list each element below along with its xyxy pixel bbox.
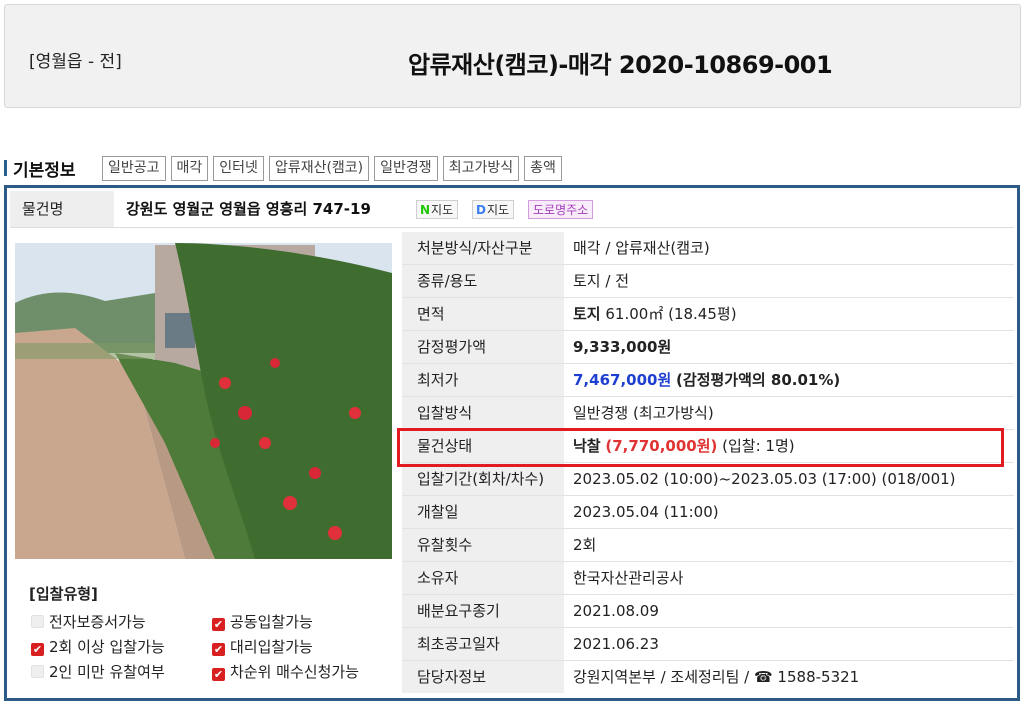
bid-type-panel: [입찰유형] — [15, 583, 400, 610]
property-name-row: 물건명 강원도 영월군 영월읍 영흥리 747-19 N지도 D지도 도로명주소 — [10, 191, 1014, 228]
row-area: 면적 토지 61.00㎡ (18.45평) — [402, 298, 1014, 331]
tag-notice-type: 일반공고 — [102, 156, 166, 181]
checkbox-checked-icon: ✔ — [212, 643, 225, 656]
row-contact: 담당자정보 강원지역본부 / 조세정리팀 / ☎ 1588-5321 — [402, 661, 1014, 694]
checkbox-unchecked-icon — [31, 665, 44, 678]
property-photo-image — [15, 243, 392, 559]
checkbox-unchecked-icon — [31, 615, 44, 628]
tag-asset-type: 압류재산(캠코) — [268, 156, 370, 181]
section-marker — [4, 160, 7, 176]
naver-map-button[interactable]: N지도 — [416, 200, 459, 219]
tag-competition: 일반경쟁 — [374, 156, 438, 181]
info-panel: 물건명 강원도 영월군 영월읍 영흥리 747-19 N지도 D지도 도로명주소 — [4, 185, 1020, 701]
row-disposal: 처분방식/자산구분 매각 / 압류재산(캠코) — [402, 232, 1014, 265]
location-label: [영월읍 - 전] — [29, 52, 122, 72]
option-multiple-bids: ✔ 2회 이상 입찰가능 — [31, 638, 165, 656]
naver-map-label: 지도 — [431, 203, 454, 217]
bid-type-title: [입찰유형] — [29, 585, 98, 603]
row-distribution-deadline: 배분요구종기 2021.08.09 — [402, 595, 1014, 628]
row-failed-count: 유찰횟수 2회 — [402, 529, 1014, 562]
row-opening-date: 개찰일 2023.05.04 (11:00) — [402, 496, 1014, 529]
row-first-notice: 최초공고일자 2021.06.23 — [402, 628, 1014, 661]
row-bid-method: 입찰방식 일반경쟁 (최고가방식) — [402, 397, 1014, 430]
row-appraisal: 감정평가액 9,333,000원 — [402, 331, 1014, 364]
road-address-button[interactable]: 도로명주소 — [528, 200, 594, 219]
property-photo[interactable] — [15, 243, 392, 559]
option-electronic-guarantee: 전자보증서가능 — [31, 611, 146, 632]
tag-internet: 인터넷 — [213, 156, 264, 181]
option-proxy-bid: ✔ 대리입찰가능 — [212, 638, 313, 656]
checkbox-checked-icon: ✔ — [212, 618, 225, 631]
row-bid-period: 입찰기간(회차/차수) 2023.05.02 (10:00)~2023.05.0… — [402, 463, 1014, 496]
tag-highest-bid: 최고가방식 — [442, 156, 520, 181]
property-name: 강원도 영월군 영월읍 영흥리 747-19 — [126, 200, 371, 218]
row-minimum-price: 최저가 7,467,000원 (감정평가액의 80.01%) — [402, 364, 1014, 397]
row-owner: 소유자 한국자산관리공사 — [402, 562, 1014, 595]
section-title: 기본정보 — [13, 161, 76, 181]
row-type: 종류/용도 토지 / 전 — [402, 265, 1014, 298]
daum-icon: D — [476, 203, 486, 217]
tag-sale: 매각 — [170, 156, 209, 181]
daum-map-button[interactable]: D지도 — [472, 200, 515, 219]
option-failed-under-two: 2인 미만 유찰여부 — [31, 661, 165, 682]
checkbox-checked-icon: ✔ — [212, 668, 225, 681]
page-header: [영월읍 - 전] 압류재산(캠코)-매각 2020-10869-001 — [4, 4, 1021, 108]
naver-icon: N — [420, 203, 431, 217]
tag-list: 일반공고 매각 인터넷 압류재산(캠코) 일반경쟁 최고가방식 총액 — [102, 156, 562, 181]
page-title: 압류재산(캠코)-매각 2020-10869-001 — [408, 51, 833, 79]
option-joint-bid: ✔ 공동입찰가능 — [212, 613, 313, 631]
checkbox-checked-icon: ✔ — [31, 643, 44, 656]
daum-map-label: 지도 — [486, 203, 510, 217]
tag-total: 총액 — [524, 156, 562, 181]
row-status: 물건상태 낙찰 (7,770,000원) (입찰: 1명) — [402, 430, 1014, 463]
property-name-label: 물건명 — [10, 191, 114, 227]
option-second-buyer: ✔ 차순위 매수신청가능 — [212, 663, 359, 681]
